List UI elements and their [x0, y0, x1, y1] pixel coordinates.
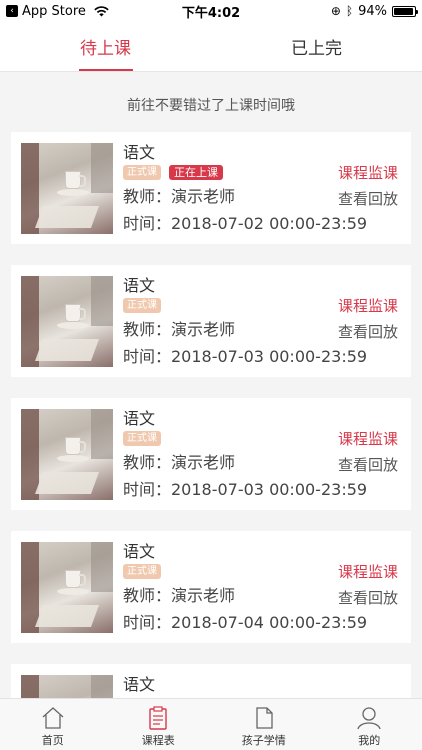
course-thumbnail [21, 675, 113, 698]
course-thumbnail [21, 143, 113, 234]
back-to-app-store[interactable]: App Store [22, 4, 86, 19]
hint-text: 前往不要错过了上课时间哦 [127, 98, 295, 114]
monitor-course-button[interactable]: 课程监课 [338, 295, 398, 316]
course-subject: 语文 [123, 542, 156, 561]
course-time: 时间：2018-07-02 00:00-23:59 [123, 214, 368, 233]
course-list[interactable]: 语文 正式课 正在上课 教师：演示老师 时间：2018-07-02 00:00-… [11, 132, 411, 698]
course-time: 时间：2018-07-03 00:00-23:59 [123, 480, 368, 499]
course-thumbnail [21, 409, 113, 500]
course-subject: 语文 [123, 143, 156, 162]
course-card[interactable]: 语文 正式课 教师：演示老师 时间：2018-07-04 00:00-23:59… [11, 531, 411, 643]
wifi-icon [94, 5, 109, 16]
formal-course-badge: 正式课 [123, 297, 161, 313]
monitor-course-button[interactable]: 课程监课 [338, 561, 398, 582]
formal-course-badge: 正式课 [123, 430, 161, 446]
status-bar: ‹ App Store 下午4:02 ⊕ ᛒ 94% [0, 0, 422, 22]
course-subject: 语文 [123, 409, 156, 428]
course-thumbnail [21, 542, 113, 633]
tab-upcoming[interactable]: 待上课 [0, 22, 211, 71]
course-time: 时间：2018-07-03 00:00-23:59 [123, 347, 368, 366]
tab-bar: 待上课 已上完 [0, 22, 422, 72]
course-subject: 语文 [123, 675, 156, 694]
course-time: 时间：2018-07-04 00:00-23:59 [123, 613, 368, 632]
course-card[interactable]: 语文 正式课 教师：演示老师 时间：2018-07-03 00:00-23:59… [11, 265, 411, 377]
view-replay-button[interactable]: 查看回放 [338, 188, 398, 209]
orientation-lock-icon: ⊕ [330, 4, 341, 18]
course-subject: 语文 [123, 276, 156, 295]
course-card[interactable]: 语文 正式课 教师：演示老师 时间：2018-07-03 00:00-23:59… [11, 398, 411, 510]
bluetooth-icon: ᛒ [345, 4, 354, 18]
monitor-course-button[interactable]: 课程监课 [338, 428, 398, 449]
nav-label: 我的 [358, 734, 381, 747]
back-arrow-icon[interactable]: ‹ [6, 5, 18, 17]
live-now-badge: 正在上课 [169, 164, 223, 180]
course-thumbnail [21, 276, 113, 367]
battery-icon [392, 5, 418, 17]
course-card[interactable]: 语文 [11, 664, 411, 698]
nav-label: 课程表 [141, 734, 175, 747]
nav-mine[interactable]: 我的 [317, 699, 422, 750]
nav-home[interactable]: 首页 [0, 699, 106, 750]
user-icon [357, 707, 381, 730]
view-replay-button[interactable]: 查看回放 [338, 454, 398, 475]
tab-finished[interactable]: 已上完 [211, 22, 422, 71]
battery-percent: 94% [358, 3, 387, 19]
nav-label: 首页 [41, 734, 64, 747]
home-icon [42, 707, 64, 729]
monitor-course-button[interactable]: 课程监课 [338, 162, 398, 183]
schedule-icon [149, 706, 167, 730]
bottom-nav: 首页 课程表 孩子学情 我的 [0, 698, 422, 750]
formal-course-badge: 正式课 [123, 164, 161, 180]
nav-child-progress[interactable]: 孩子学情 [211, 699, 317, 750]
document-icon [256, 707, 273, 729]
formal-course-badge: 正式课 [123, 563, 161, 579]
course-card[interactable]: 语文 正式课 正在上课 教师：演示老师 时间：2018-07-02 00:00-… [11, 132, 411, 244]
nav-schedule[interactable]: 课程表 [106, 699, 212, 750]
nav-label: 孩子学情 [241, 734, 286, 747]
view-replay-button[interactable]: 查看回放 [338, 321, 398, 342]
view-replay-button[interactable]: 查看回放 [338, 587, 398, 608]
